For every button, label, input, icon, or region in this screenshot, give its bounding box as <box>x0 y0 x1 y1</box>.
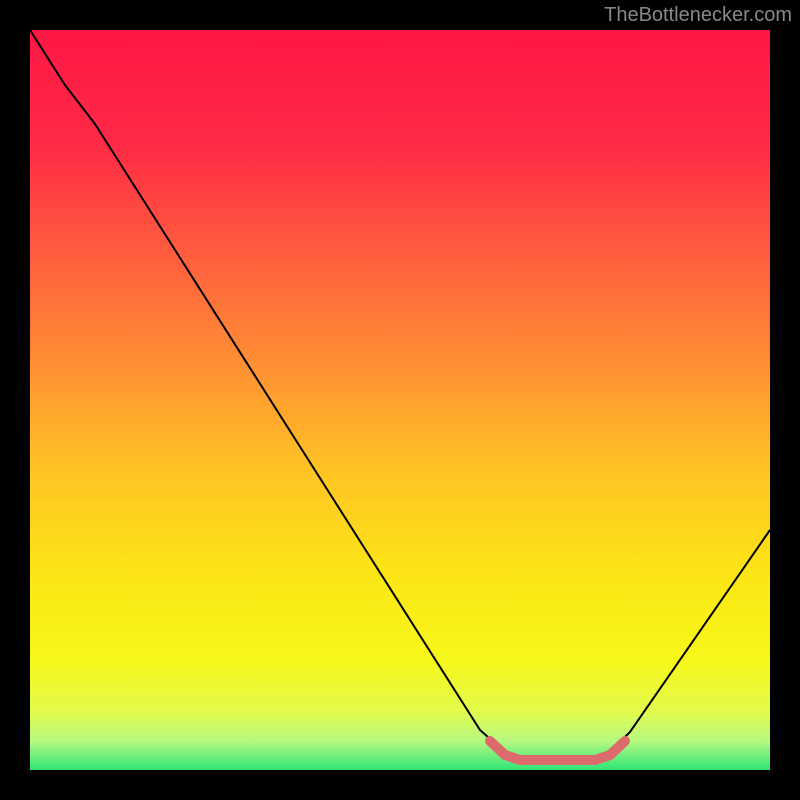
bottleneck-curve <box>30 30 770 760</box>
optimal-zone-highlight <box>490 741 625 760</box>
chart-container: TheBottlenecker.com <box>0 0 800 800</box>
plot-area <box>30 30 770 770</box>
attribution-text: TheBottlenecker.com <box>604 4 792 27</box>
curve-overlay <box>30 30 770 770</box>
